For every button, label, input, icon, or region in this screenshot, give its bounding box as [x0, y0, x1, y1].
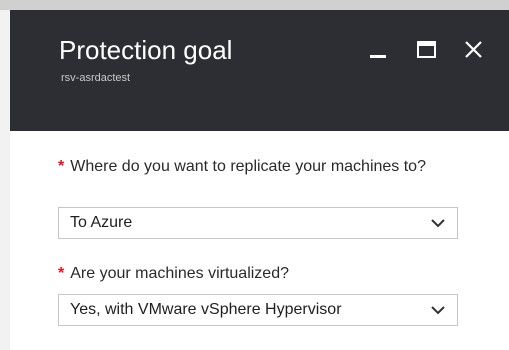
virtualized-value: Yes, with VMware vSphere Hypervisor	[70, 301, 342, 318]
required-marker: *	[58, 158, 65, 175]
minimize-button[interactable]	[367, 38, 391, 62]
virtualized-label: * Are your machines virtualized?	[58, 263, 468, 285]
replicate-target-label-text: Where do you want to replicate your mach…	[70, 158, 426, 175]
close-icon	[465, 41, 482, 58]
blade-header: Protection goal rsv-asrdactest	[10, 10, 509, 131]
maximize-icon	[417, 41, 436, 58]
blade-left-gutter	[0, 0, 10, 350]
virtualized-label-text: Are your machines virtualized?	[70, 265, 289, 282]
chevron-down-icon	[431, 219, 445, 228]
chevron-down-icon	[431, 306, 445, 315]
minimize-icon	[370, 55, 386, 58]
blade-title: Protection goal	[59, 35, 233, 65]
maximize-button[interactable]	[415, 38, 439, 62]
replicate-target-label: * Where do you want to replicate your mac…	[58, 156, 468, 178]
virtualized-dropdown[interactable]: Yes, with VMware vSphere Hypervisor	[58, 294, 458, 326]
blade-content: * Where do you want to replicate your mac…	[10, 131, 509, 350]
required-marker: *	[58, 265, 65, 282]
top-strip	[0, 0, 509, 10]
replicate-target-value: To Azure	[70, 214, 133, 231]
close-button[interactable]	[462, 38, 486, 62]
replicate-target-dropdown[interactable]: To Azure	[58, 207, 458, 239]
blade-subtitle: rsv-asrdactest	[61, 72, 131, 84]
